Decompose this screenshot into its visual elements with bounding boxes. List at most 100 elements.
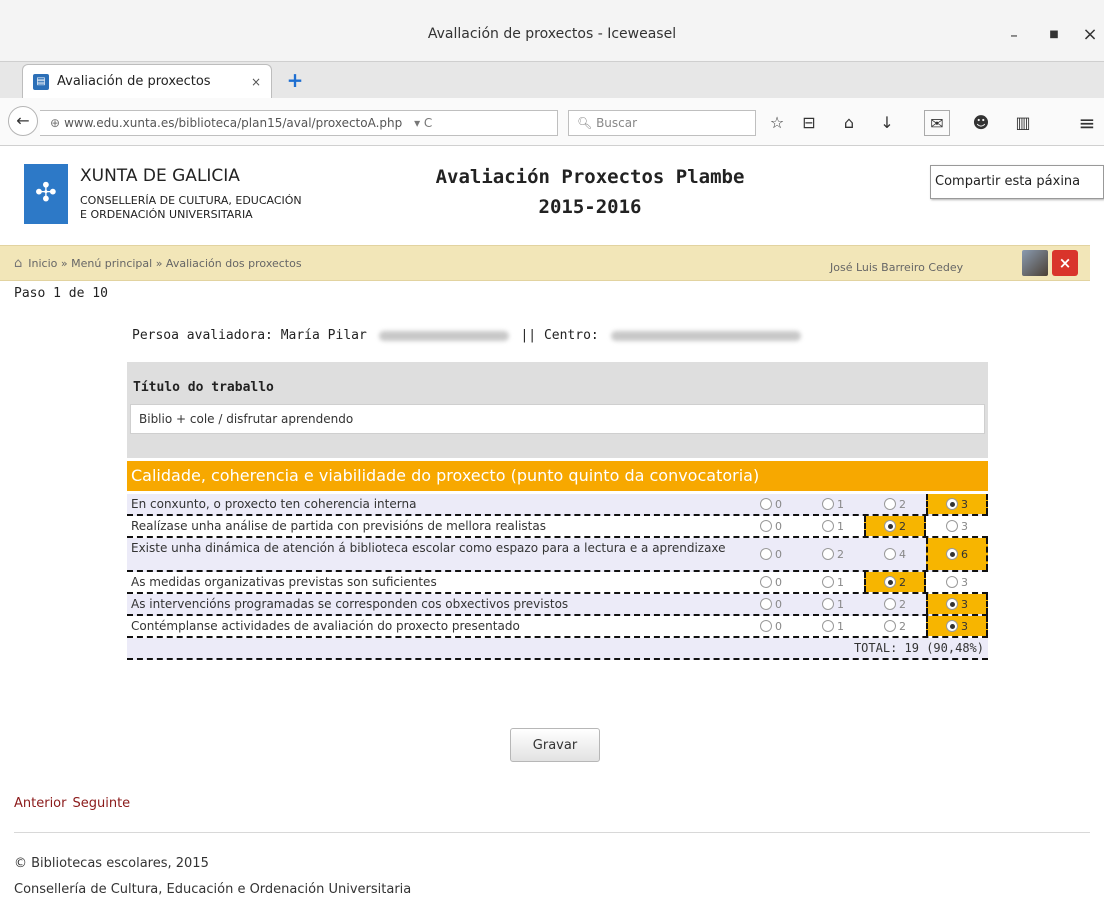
score-radio[interactable] [822,576,834,588]
score-option[interactable]: 1 [802,516,864,536]
tab-avaliacion[interactable]: ▤ Avaliación de proxectos × [22,64,272,98]
score-option[interactable]: 3 [926,494,988,514]
previous-link[interactable]: Anterior [14,796,66,811]
score-option[interactable]: 0 [740,538,802,570]
addon-icon[interactable]: ☻ [968,110,994,136]
score-radio[interactable] [884,576,896,588]
score-radio[interactable] [884,598,896,610]
score-option[interactable]: 0 [740,494,802,514]
share-icon[interactable]: ✉ [924,110,950,136]
footer-copyright: © Bibliotecas escolares, 2015 [14,856,209,871]
score-value: 3 [961,619,968,633]
url-text: www.edu.xunta.es/biblioteca/plan15/aval/… [64,116,403,130]
work-title-field[interactable]: Biblio + cole / disfrutar aprendendo [130,404,985,434]
xunta-logo: ✣ [24,164,68,224]
score-option[interactable]: 0 [740,516,802,536]
menu-icon[interactable]: ≡ [1074,110,1100,136]
score-radio[interactable] [822,598,834,610]
bookmark-star-icon[interactable]: ☆ [764,110,790,136]
criterion-row: Contémplanse actividades de avaliación d… [127,616,988,638]
score-radio[interactable] [884,548,896,560]
search-icon: 🔍︎ [577,116,593,130]
score-radio[interactable] [760,498,772,510]
score-value: 3 [961,575,968,589]
department-line-1: CONSELLERÍA DE CULTURA, EDUCACIÓN [80,194,302,207]
new-tab-button[interactable]: + [282,66,308,94]
score-option[interactable]: 2 [864,572,926,592]
score-value: 0 [775,547,782,561]
score-option[interactable]: 0 [740,594,802,614]
reading-list-icon[interactable]: ⊟ [796,110,822,136]
logout-button[interactable]: × [1052,250,1078,276]
score-option[interactable]: 2 [864,516,926,536]
download-icon[interactable]: ↓ [874,110,900,136]
url-dropdown-reload-icon[interactable]: ▾ C [414,116,432,130]
score-option[interactable]: 2 [864,616,926,636]
page-title-line-2: 2015-2016 [538,196,642,218]
maximize-button[interactable]: ■ [1040,24,1068,46]
minimize-button[interactable]: – [1000,24,1028,46]
score-option[interactable]: 1 [802,616,864,636]
blurred-name [378,330,509,341]
breadcrumb-bar: ⌂ Inicio » Menú principal » Avaliación do… [0,245,1090,281]
score-radio[interactable] [946,598,958,610]
score-radio[interactable] [822,620,834,632]
close-tab-icon[interactable]: × [251,75,261,89]
department-name: CONSELLERÍA DE CULTURA, EDUCACIÓN E ORDE… [80,194,390,222]
page-title-line-1: Avaliación Proxectos Plambe [435,166,745,188]
score-option[interactable]: 2 [864,494,926,514]
score-radio[interactable] [884,498,896,510]
score-radio[interactable] [822,548,834,560]
score-value: 0 [775,575,782,589]
criterion-text: Realízase unha análise de partida con pr… [131,519,546,533]
total-score: TOTAL: 19 (90,48%) [127,638,988,660]
next-link[interactable]: Seguinte [72,796,130,811]
score-value: 3 [961,497,968,511]
score-radio[interactable] [760,598,772,610]
score-radio[interactable] [760,620,772,632]
criterion-text: Existe unha dinámica de atención á bibli… [131,541,726,555]
score-option[interactable]: 3 [926,572,988,592]
blurred-centre [610,330,801,341]
score-option[interactable]: 1 [802,594,864,614]
score-option[interactable]: 0 [740,572,802,592]
score-option[interactable]: 1 [802,572,864,592]
score-radio[interactable] [946,520,958,532]
save-button[interactable]: Gravar [510,728,600,762]
score-radio[interactable] [884,520,896,532]
score-option[interactable]: 3 [926,516,988,536]
score-option[interactable]: 1 [802,494,864,514]
score-radio[interactable] [760,576,772,588]
criterion-text: As intervencións programadas se correspo… [131,597,569,611]
home-icon[interactable]: ⌂ [836,110,862,136]
score-option[interactable]: 3 [926,616,988,636]
score-radio[interactable] [946,498,958,510]
score-option[interactable]: 6 [926,538,988,570]
sidebar-icon[interactable]: ▥ [1010,110,1036,136]
criterion-row: En conxunto, o proxecto ten coherencia i… [127,494,988,516]
score-option[interactable]: 3 [926,594,988,614]
score-option[interactable]: 2 [802,538,864,570]
score-radio[interactable] [884,620,896,632]
score-radio[interactable] [946,548,958,560]
score-radio[interactable] [760,548,772,560]
score-option[interactable]: 0 [740,616,802,636]
close-window-button[interactable]: × [1076,24,1104,46]
score-option[interactable]: 4 [864,538,926,570]
criterion-text: As medidas organizativas previstas son s… [131,575,437,589]
window-titlebar: Avallación de proxectos - Iceweasel – ■ … [0,0,1104,62]
score-radio[interactable] [760,520,772,532]
home-breadcrumb-icon[interactable]: ⌂ [14,256,22,271]
criterion-row: Realízase unha análise de partida con pr… [127,516,988,538]
score-radio[interactable] [946,576,958,588]
score-option[interactable]: 2 [864,594,926,614]
score-radio[interactable] [822,498,834,510]
work-title-label: Título do traballo [133,380,274,395]
score-radio[interactable] [946,620,958,632]
url-bar[interactable]: ⊕ www.edu.xunta.es/biblioteca/plan15/aval… [40,110,558,136]
score-radio[interactable] [822,520,834,532]
search-input[interactable]: 🔍︎ Buscar [568,110,756,136]
score-value: 1 [837,519,844,533]
back-button[interactable]: ← [8,106,38,136]
breadcrumb-path[interactable]: Inicio » Menú principal » Avaliación dos… [28,257,301,270]
